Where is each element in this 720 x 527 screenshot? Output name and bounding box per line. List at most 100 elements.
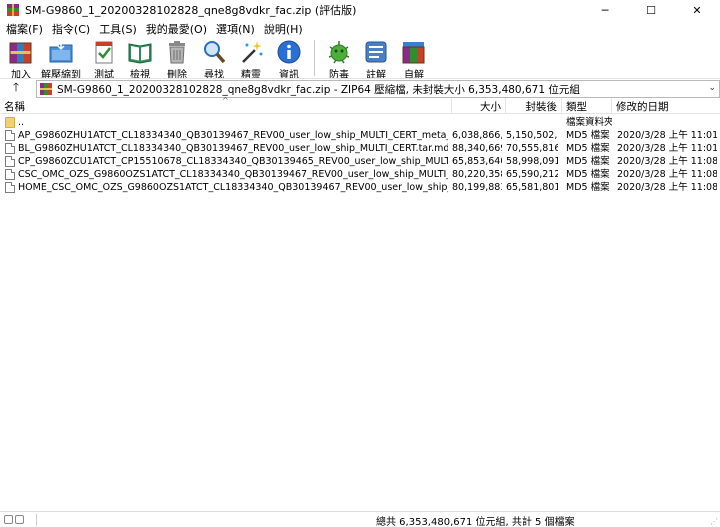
md5-file-icon (5, 182, 15, 193)
view-icon (127, 39, 153, 65)
file-size (452, 116, 502, 129)
sort-up-icon: ^ (222, 96, 229, 105)
test-button[interactable]: 測試 (86, 37, 122, 81)
column-packed-label: 封裝後 (525, 100, 558, 113)
file-size: 88,340,669 (452, 143, 502, 154)
archive-path-field[interactable]: SM-G9860_1_20200328102828_qne8g8vdkr_fac… (36, 80, 720, 98)
extract-to-icon (48, 39, 74, 65)
file-modified (617, 116, 717, 129)
column-modified-label: 修改的日期 (616, 100, 669, 113)
sfx-icon (401, 39, 427, 65)
chevron-down-icon[interactable]: ⌄ (708, 83, 716, 93)
file-size: 65,853,640 (452, 156, 502, 167)
file-packed: 65,590,212 (506, 169, 558, 180)
find-button[interactable]: 尋找 (196, 37, 232, 81)
file-type: 檔案資料夾 (566, 117, 612, 128)
menu-help[interactable]: 說明(H) (262, 21, 308, 37)
column-headers: 名稱 ^ 大小 封裝後 類型 修改的日期 (0, 96, 720, 114)
file-name: HOME_CSC_OMC_OZS_G9860OZS1ATCT_CL1833434… (18, 182, 448, 193)
menu-commands[interactable]: 指令(C) (50, 21, 95, 37)
virus-scan-button[interactable]: 防毒 (321, 37, 357, 81)
toolbar-separator (314, 40, 315, 76)
file-size: 80,220,358 (452, 169, 502, 180)
file-packed: 58,998,091 (506, 156, 558, 167)
archive-path-text: SM-G9860_1_20200328102828_qne8g8vdkr_fac… (57, 83, 580, 96)
info-icon (276, 39, 302, 65)
resize-grip-icon[interactable]: ⋰ (710, 517, 718, 526)
menu-options[interactable]: 選項(N) (214, 21, 260, 37)
md5-file-icon (5, 169, 15, 180)
wizard-button[interactable]: 精靈 (232, 37, 270, 81)
file-modified: 2020/3/28 上午 11:08 (617, 156, 717, 167)
file-type: MD5 檔案 (566, 156, 610, 167)
maximize-button[interactable]: ☐ (628, 0, 674, 20)
add-archive-icon (8, 39, 34, 65)
file-type: MD5 檔案 (566, 182, 610, 193)
comment-icon (363, 39, 389, 65)
file-type: MD5 檔案 (566, 130, 610, 141)
file-name: CP_G9860ZCU1ATCT_CP15510678_CL18334340_Q… (18, 156, 448, 167)
menu-bar: 檔案(F) 指令(C) 工具(S) 我的最愛(O) 選項(N) 說明(H) (0, 20, 720, 37)
file-name: .. (18, 117, 25, 128)
column-header-modified[interactable]: 修改的日期 (612, 98, 720, 114)
comment-button[interactable]: 註解 (357, 37, 395, 81)
wizard-icon (238, 39, 264, 65)
view-button[interactable]: 檢視 (122, 37, 158, 81)
winrar-app-icon[interactable] (7, 4, 19, 16)
file-name: CSC_OMC_OZS_G9860OZS1ATCT_CL18334340_QB3… (18, 169, 448, 180)
file-size: 80,199,883 (452, 182, 502, 193)
column-header-packed[interactable]: 封裝後 (506, 98, 562, 114)
file-modified: 2020/3/28 上午 11:08 (617, 169, 717, 180)
minimize-button[interactable]: ─ (582, 0, 628, 20)
status-text: 總共 6,353,480,671 位元組, 共計 5 個檔案 (376, 517, 575, 527)
archive-icon (40, 83, 52, 95)
file-name: AP_G9860ZHU1ATCT_CL18334340_QB30139467_R… (18, 130, 448, 141)
delete-button[interactable]: 刪除 (158, 37, 196, 81)
column-type-label: 類型 (566, 100, 587, 113)
address-bar: 🡑 SM-G9860_1_20200328102828_qne8g8vdkr_f… (0, 78, 720, 98)
title-bar: SM-G9860_1_20200328102828_qne8g8vdkr_fac… (0, 0, 720, 20)
list-item-file[interactable]: AP_G9860ZHU1ATCT_CL18334340_QB30139467_R… (0, 129, 720, 142)
menu-tools[interactable]: 工具(S) (97, 21, 142, 37)
file-packed: 70,555,816 (506, 143, 558, 154)
file-packed: 5,150,502,... (506, 130, 558, 141)
md5-file-icon (5, 130, 15, 141)
column-size-label: 大小 (480, 100, 501, 113)
status-bar: 總共 6,353,480,671 位元組, 共計 5 個檔案 ⋰ (0, 511, 720, 527)
sfx-button[interactable]: 自解 (395, 37, 433, 81)
list-item-parent-folder[interactable]: .. 檔案資料夾 (0, 116, 720, 129)
up-one-level-button[interactable]: 🡑 (0, 79, 32, 99)
md5-file-icon (5, 156, 15, 167)
test-icon (91, 39, 117, 65)
drive-icon[interactable] (4, 515, 13, 524)
extract-to-button[interactable]: 解壓縮到 (36, 37, 86, 81)
toolbar: 加入 解壓縮到 測試 檢視 刪除 尋找 精靈 資訊 防毒 註解 自解 (0, 37, 720, 81)
list-item-file[interactable]: CP_G9860ZCU1ATCT_CP15510678_CL18334340_Q… (0, 155, 720, 168)
status-separator (36, 514, 37, 526)
list-item-file[interactable]: CSC_OMC_OZS_G9860OZS1ATCT_CL18334340_QB3… (0, 168, 720, 181)
menu-file[interactable]: 檔案(F) (4, 21, 48, 37)
find-icon (201, 39, 227, 65)
delete-icon (164, 39, 190, 65)
file-size: 6,038,866,... (452, 130, 502, 141)
list-item-file[interactable]: BL_G9860ZHU1ATCT_CL18334340_QB30139467_R… (0, 142, 720, 155)
column-header-type[interactable]: 類型 (562, 98, 612, 114)
list-item-file[interactable]: HOME_CSC_OMC_OZS_G9860OZS1ATCT_CL1833434… (0, 181, 720, 194)
virus-scan-icon (326, 39, 352, 65)
md5-file-icon (5, 143, 15, 154)
column-header-size[interactable]: 大小 (452, 98, 506, 114)
window-title: SM-G9860_1_20200328102828_qne8g8vdkr_fac… (25, 4, 357, 17)
file-modified: 2020/3/28 上午 11:01 (617, 130, 717, 141)
file-packed: 65,581,801 (506, 182, 558, 193)
column-name-label: 名稱 (4, 100, 25, 113)
key-icon[interactable] (15, 515, 24, 524)
close-button[interactable]: ✕ (674, 0, 720, 20)
menu-favorites[interactable]: 我的最愛(O) (144, 21, 212, 37)
add-button[interactable]: 加入 (6, 37, 36, 81)
file-modified: 2020/3/28 上午 11:08 (617, 182, 717, 193)
info-button[interactable]: 資訊 (270, 37, 308, 81)
file-modified: 2020/3/28 上午 11:01 (617, 143, 717, 154)
status-icons (4, 514, 30, 525)
file-name: BL_G9860ZHU1ATCT_CL18334340_QB30139467_R… (18, 143, 448, 154)
file-type: MD5 檔案 (566, 143, 610, 154)
